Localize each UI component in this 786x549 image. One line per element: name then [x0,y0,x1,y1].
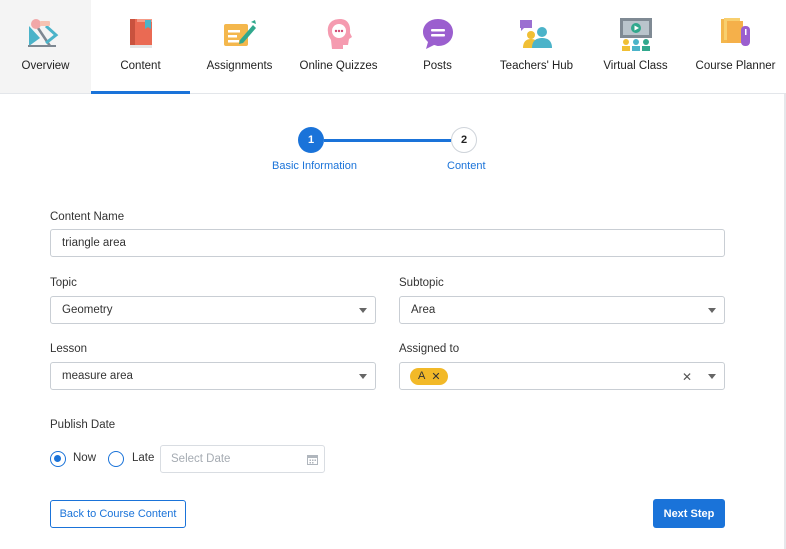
lesson-value: measure area [62,370,133,382]
nav-virtual-class[interactable]: Virtual Class [586,0,685,93]
top-navigation: Overview Content Assignments Online Quiz… [0,0,786,94]
topic-value: Geometry [62,304,113,316]
nav-content[interactable]: Content [91,0,190,94]
overview-icon [28,19,59,47]
calendar-icon [307,455,318,465]
chevron-down-icon [359,308,367,313]
nav-overview[interactable]: Overview [0,0,91,93]
publish-late-label: Late [132,452,155,464]
lesson-label: Lesson [50,343,88,355]
lesson-select[interactable]: measure area [50,362,376,390]
nav-label: Course Planner [695,60,776,72]
date-placeholder: Select Date [171,453,231,465]
content-name-input[interactable]: triangle area [50,229,725,257]
chat-bubble-icon [423,19,453,49]
nav-label: Content [120,60,161,72]
planner-icon [721,18,750,46]
content-name-label: Content Name [50,211,125,223]
nav-label: Overview [21,60,70,72]
subtopic-label: Subtopic [399,277,444,289]
nav-label: Online Quizzes [299,60,378,72]
chevron-down-icon [359,374,367,379]
publish-date-label: Publish Date [50,419,116,431]
virtual-class-icon [620,18,652,51]
publish-date-input[interactable]: Select Date [160,445,325,473]
assignee-chip[interactable]: A ✕ [410,367,448,385]
step-2-circle[interactable]: 2 [451,127,477,153]
book-icon [130,19,152,48]
assigned-to-select[interactable]: A ✕ ✕ [399,362,725,390]
next-step-button[interactable]: Next Step [653,499,725,528]
publish-now-label: Now [73,452,97,464]
nav-course-planner[interactable]: Course Planner [685,0,786,93]
assignee-chip-label: A [418,370,426,382]
subtopic-value: Area [411,304,436,316]
topic-select[interactable]: Geometry [50,296,376,324]
step-2-label: Content [447,160,486,172]
nav-posts[interactable]: Posts [388,0,487,93]
publish-now-radio[interactable] [50,451,66,467]
assignment-pencil-icon [224,20,256,46]
nav-label: Teachers' Hub [499,60,574,72]
publish-late-radio[interactable] [108,451,124,467]
nav-online-quizzes[interactable]: Online Quizzes [289,0,388,93]
back-to-course-content-button[interactable]: Back to Course Content [50,500,186,528]
content-name-value: triangle area [62,237,126,249]
chip-remove-icon[interactable]: ✕ [431,370,440,383]
stepper-progress-line [324,139,451,142]
nav-label: Virtual Class [603,60,668,72]
nav-label: Posts [423,60,452,72]
topic-label: Topic [50,277,77,289]
chevron-down-icon [708,308,716,313]
nav-assignments[interactable]: Assignments [190,0,289,93]
assigned-to-label: Assigned to [399,343,460,355]
chevron-down-icon [708,374,716,379]
step-1-label: Basic Information [272,160,357,172]
clear-selection-icon[interactable]: ✕ [682,370,692,384]
quiz-head-icon [327,19,352,49]
nav-teachers-hub[interactable]: Teachers' Hub [487,0,586,93]
teachers-group-icon [520,20,552,48]
step-1-circle[interactable]: 1 [298,127,324,153]
subtopic-select[interactable]: Area [399,296,725,324]
nav-label: Assignments [206,60,273,72]
